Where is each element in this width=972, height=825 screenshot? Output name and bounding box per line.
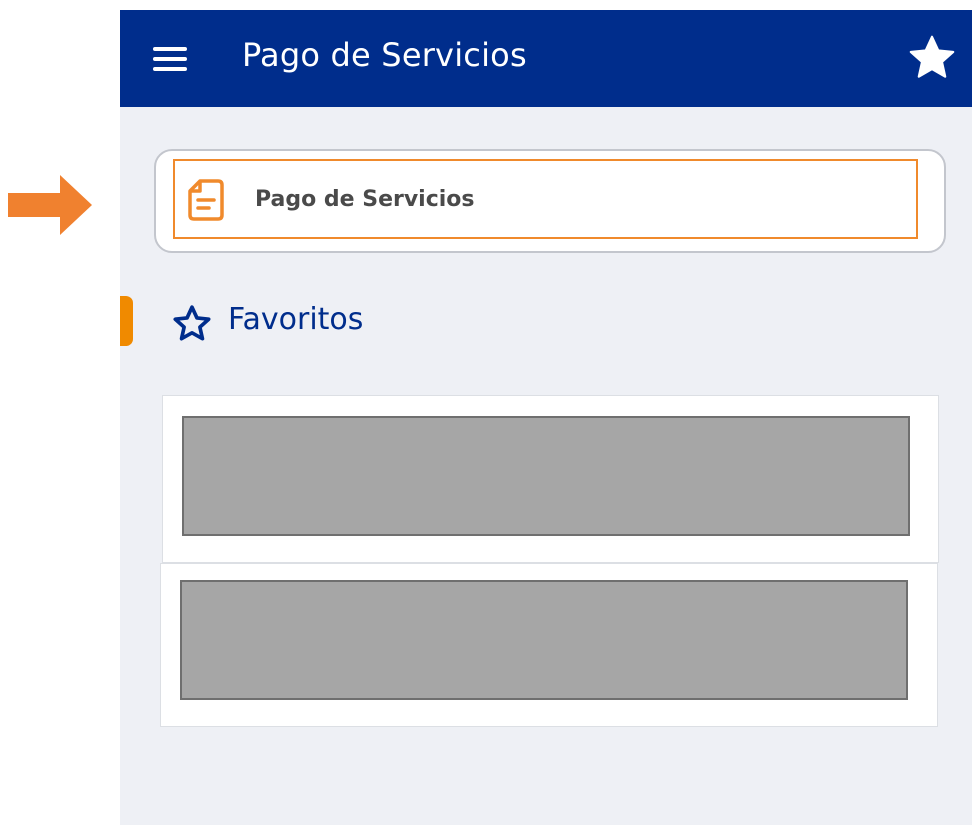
star-filled-icon[interactable] — [906, 32, 958, 84]
app-screen: Pago de Servicios Pago de Servicios Favo… — [120, 10, 972, 825]
page-title: Pago de Servicios — [242, 36, 527, 74]
favorite-item[interactable] — [162, 395, 939, 563]
favorites-list — [160, 395, 939, 728]
app-bar: Pago de Servicios — [120, 10, 972, 107]
pago-de-servicios-option[interactable]: Pago de Servicios — [173, 159, 918, 239]
pointer-arrow-icon — [8, 175, 92, 235]
service-option-label: Pago de Servicios — [255, 187, 475, 212]
hamburger-menu-icon[interactable] — [148, 39, 192, 79]
section-marker — [120, 296, 133, 346]
favorite-item[interactable] — [160, 563, 938, 727]
service-card: Pago de Servicios — [154, 149, 946, 253]
favorites-title: Favoritos — [228, 302, 364, 337]
redacted-content — [180, 580, 908, 700]
document-icon — [188, 179, 224, 221]
redacted-content — [182, 416, 910, 536]
star-outline-icon — [173, 305, 211, 341]
